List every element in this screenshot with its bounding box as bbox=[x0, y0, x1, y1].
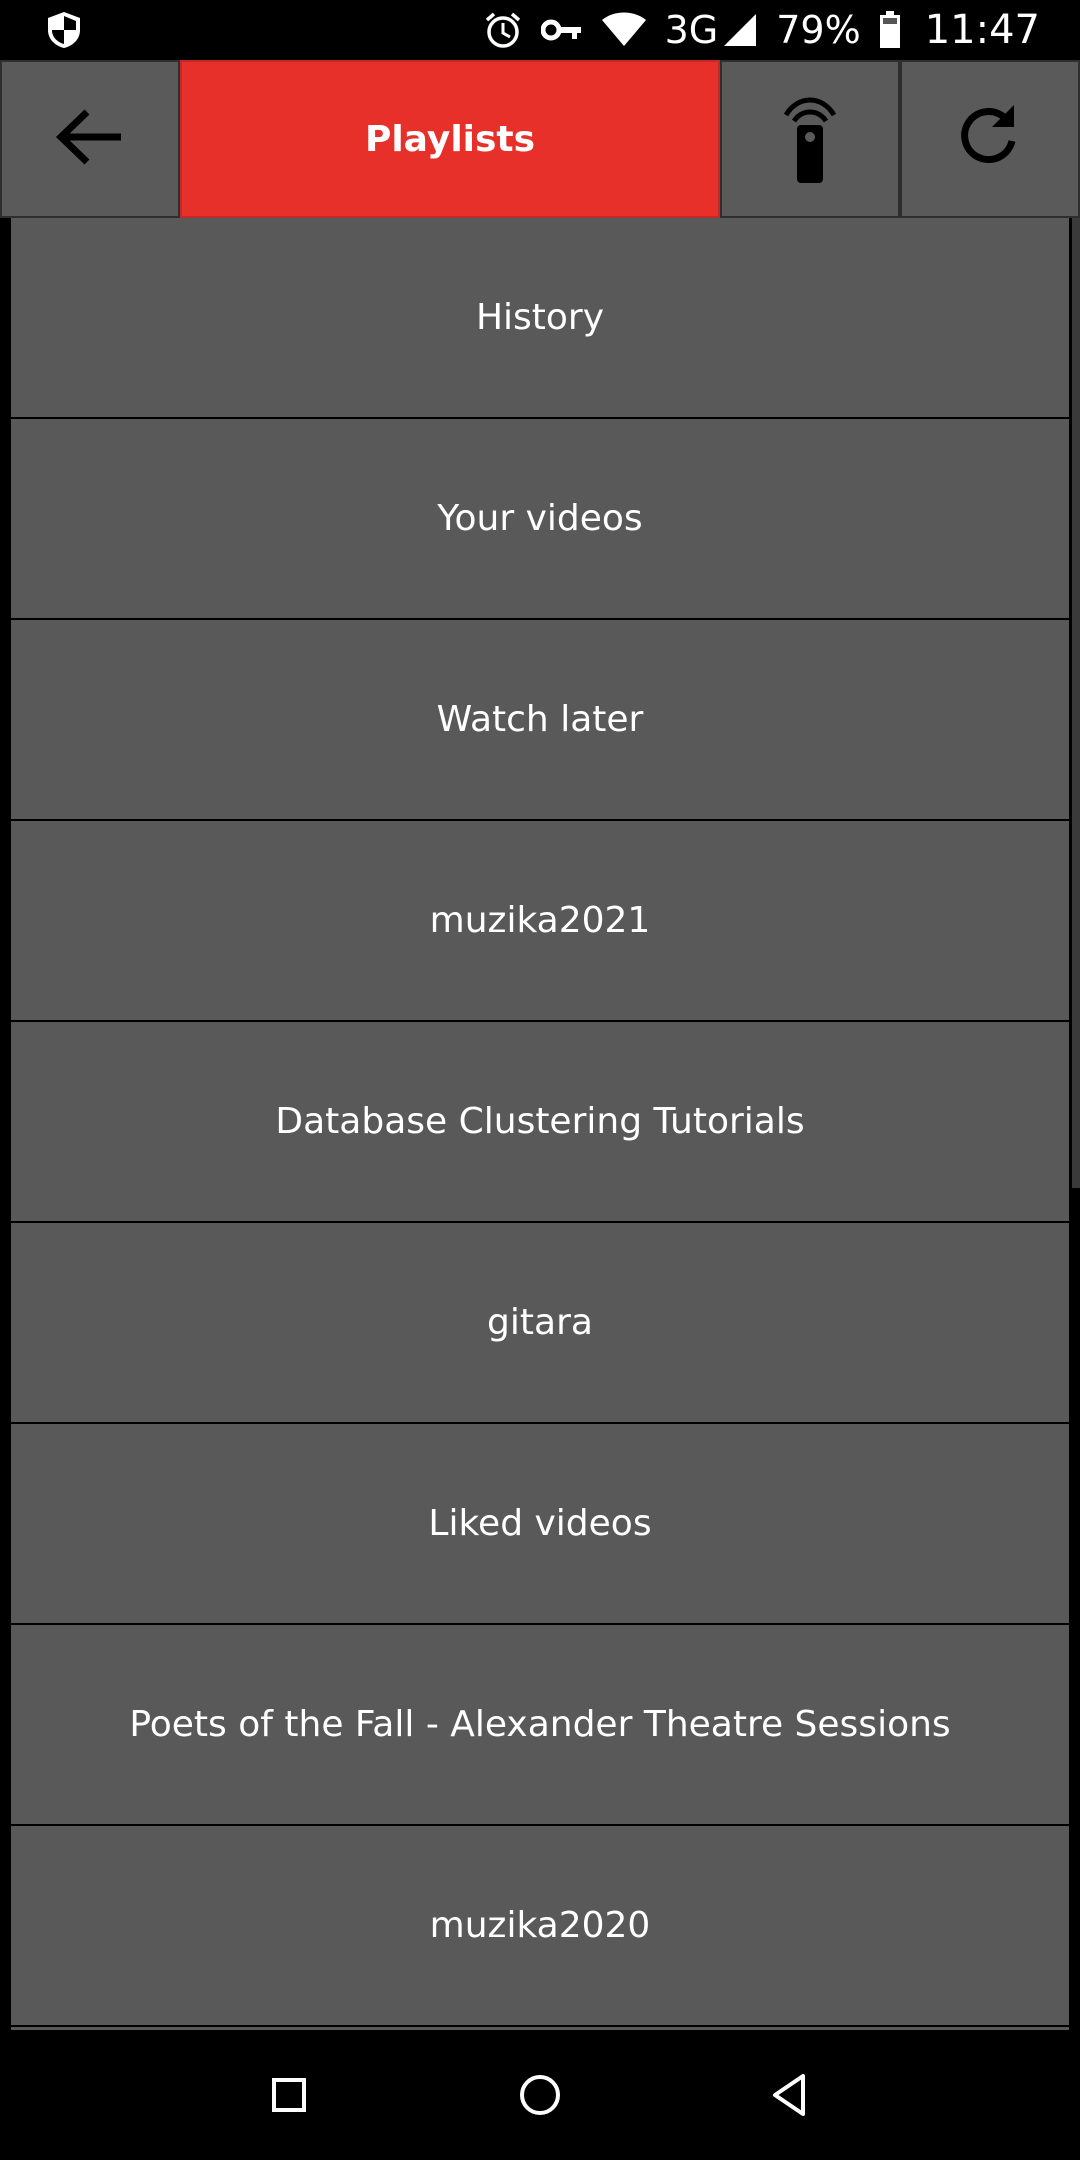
scrollbar[interactable] bbox=[1072, 218, 1080, 1188]
vpn-key-icon bbox=[540, 15, 583, 45]
back-arrow-icon bbox=[55, 107, 125, 171]
back-button[interactable] bbox=[0, 60, 180, 218]
home-circle-icon bbox=[510, 2075, 570, 2129]
network-type: 3G bbox=[664, 8, 719, 52]
navigation-bar bbox=[0, 2030, 1080, 2160]
list-item[interactable]: Your videos bbox=[11, 419, 1069, 618]
list-item[interactable]: Poets of the Fall - Alexander Theatre Se… bbox=[11, 1625, 1069, 1824]
refresh-button[interactable] bbox=[900, 60, 1080, 218]
list-item[interactable]: History bbox=[11, 218, 1069, 417]
list-item[interactable]: Liked videos bbox=[11, 1424, 1069, 1623]
top-toolbar: Playlists bbox=[0, 60, 1080, 218]
wifi-icon bbox=[601, 12, 647, 48]
recents-square-icon bbox=[259, 2078, 319, 2129]
battery-percent: 79% bbox=[776, 8, 861, 52]
back-triangle-icon bbox=[761, 2074, 821, 2129]
list-item[interactable]: Watch later bbox=[11, 620, 1069, 819]
playlist-list[interactable]: History Your videos Watch later muzika20… bbox=[0, 218, 1080, 2030]
remote-button[interactable] bbox=[720, 60, 900, 218]
clock: 11:47 bbox=[924, 7, 1040, 53]
list-item[interactable]: muzika2021 bbox=[11, 821, 1069, 1020]
signal-icon bbox=[722, 12, 758, 48]
list-item[interactable]: gitara bbox=[11, 1223, 1069, 1422]
alarm-icon bbox=[483, 10, 523, 50]
battery-icon bbox=[879, 11, 901, 49]
list-item[interactable]: muzika2020 bbox=[11, 1826, 1069, 2025]
remote-icon bbox=[780, 89, 840, 189]
home-button[interactable] bbox=[510, 2065, 570, 2125]
refresh-icon bbox=[954, 101, 1026, 177]
system-back-button[interactable] bbox=[761, 2065, 821, 2125]
list-item[interactable]: Database Clustering Tutorials bbox=[11, 1022, 1069, 1221]
recents-button[interactable] bbox=[259, 2065, 319, 2125]
page-title: Playlists bbox=[180, 60, 720, 218]
shield-icon bbox=[44, 10, 84, 50]
status-bar: 3G 79% 11:47 bbox=[0, 0, 1080, 60]
